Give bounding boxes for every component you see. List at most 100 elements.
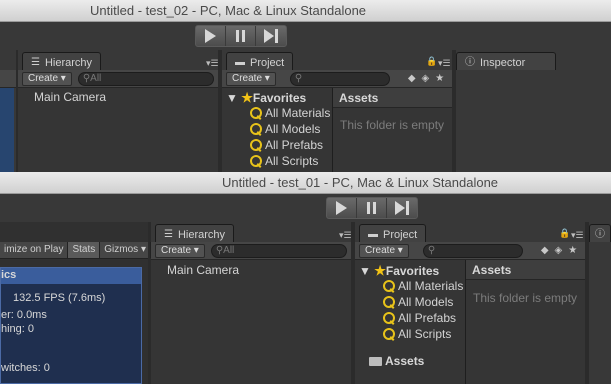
hierarchy-panel: ☰ Hierarchy ▾☰ Create ▾ ⚲All Main Camera <box>151 222 352 384</box>
window-title: Untitled - test_02 - PC, Mac & Linux Sta… <box>90 3 367 18</box>
hierarchy-toolbar: Create ▾ ⚲All <box>151 242 351 260</box>
main-toolbar <box>0 194 611 222</box>
favorite-filter-icon[interactable]: ★ <box>435 73 444 84</box>
search-input[interactable]: ⚲All <box>210 243 347 258</box>
pause-icon <box>367 202 376 214</box>
info-icon: ⓘ <box>465 56 475 68</box>
fav-item-all-scripts[interactable]: All Scripts <box>383 327 451 341</box>
stats-fps: 132.5 FPS (7.6ms) <box>13 292 106 304</box>
project-panel: ▬ Project 🔒 ▾☰ Create ▾ ⚲ ◆ ◈ ★ ▼ ★Favor… <box>355 222 585 384</box>
favorites-header[interactable]: ▼ ★Favorites <box>359 263 439 279</box>
assets-header: Assets <box>466 260 585 280</box>
playback-controls <box>326 197 418 219</box>
create-dropdown[interactable]: Create ▾ <box>226 71 276 86</box>
tab-inspector[interactable]: ⓘ <box>589 224 611 244</box>
unity-window-test02: Untitled - test_02 - PC, Mac & Linux Sta… <box>0 0 611 172</box>
project-toolbar: Create ▾ ⚲ ◆ ◈ ★ <box>222 70 452 88</box>
info-icon: ⓘ <box>595 228 605 240</box>
assets-folder[interactable]: Assets <box>369 354 424 368</box>
scene-panel-edge <box>0 50 16 172</box>
play-button[interactable] <box>327 198 357 218</box>
hierarchy-toolbar: Create ▾ ⚲All <box>18 70 218 88</box>
search-icon <box>383 296 395 308</box>
search-icon <box>250 123 262 135</box>
search-icon <box>383 328 395 340</box>
assets-header: Assets <box>333 88 452 108</box>
search-icon <box>383 280 395 292</box>
stats-header: ics <box>1 269 17 281</box>
step-button[interactable] <box>256 26 286 46</box>
project-body: ▼ ★Favorites All Materials All Models Al… <box>222 88 452 172</box>
tab-hierarchy[interactable]: ☰ Hierarchy <box>22 52 102 72</box>
search-input[interactable]: ⚲All <box>77 71 214 86</box>
inspector-panel: ⓘ Inspector <box>456 50 611 172</box>
project-body: ▼ ★Favorites All Materials All Models Al… <box>355 260 585 384</box>
fav-item-all-materials[interactable]: All Materials <box>250 106 330 120</box>
game-panel: imize on Play Stats Gizmos ▾ ics 132.5 F… <box>0 222 151 384</box>
create-dropdown[interactable]: Create ▾ <box>22 71 72 86</box>
folder-icon: ▬ <box>235 56 245 68</box>
search-input[interactable]: ⚲ <box>289 71 390 86</box>
hierarchy-item-main-camera[interactable]: Main Camera <box>167 263 239 277</box>
panel-menu-icon[interactable]: ▾☰ <box>339 230 352 241</box>
step-button[interactable] <box>387 198 417 218</box>
tab-inspector[interactable]: ⓘ Inspector <box>456 52 556 72</box>
play-icon <box>336 201 347 215</box>
search-icon <box>250 107 262 119</box>
folder-icon: ▬ <box>368 228 378 240</box>
list-icon: ☰ <box>31 56 40 68</box>
stats-toggle[interactable]: Stats <box>68 242 101 258</box>
filter-by-type-icon[interactable]: ◆ <box>541 245 549 256</box>
empty-folder-text: This folder is empty <box>473 291 578 305</box>
scene-view-edge <box>0 88 14 172</box>
gizmos-dropdown[interactable]: Gizmos ▾ <box>100 242 151 258</box>
window-title: Untitled - test_01 - PC, Mac & Linux Sta… <box>222 175 499 190</box>
play-button[interactable] <box>196 26 226 46</box>
project-panel: ▬ Project 🔒 ▾☰ Create ▾ ⚲ ◆ ◈ ★ ▼ ★Favor… <box>222 50 452 172</box>
fav-item-all-prefabs[interactable]: All Prefabs <box>383 311 456 325</box>
hierarchy-list: Main Camera <box>18 88 218 172</box>
stats-line: hing: 0 <box>1 323 35 335</box>
pause-button[interactable] <box>226 26 256 46</box>
panel-menu-icon[interactable]: ▾☰ <box>206 58 219 69</box>
hierarchy-panel: ☰ Hierarchy ▾☰ Create ▾ ⚲All Main Camera <box>18 50 219 172</box>
panel-menu-icon[interactable]: ▾☰ <box>571 230 584 241</box>
window-titlebar[interactable]: Untitled - test_01 - PC, Mac & Linux Sta… <box>0 172 611 194</box>
star-icon: ★ <box>241 90 253 105</box>
maximize-on-play-toggle[interactable]: imize on Play <box>0 242 69 258</box>
fav-item-all-models[interactable]: All Models <box>383 295 453 309</box>
create-dropdown[interactable]: Create ▾ <box>155 243 205 258</box>
step-icon <box>264 29 278 43</box>
stats-line: witches: 0 <box>1 362 50 374</box>
folder-icon <box>369 357 382 366</box>
filter-by-label-icon[interactable]: ◈ <box>555 245 563 256</box>
favorite-filter-icon[interactable]: ★ <box>568 245 577 256</box>
window-titlebar[interactable]: Untitled - test_02 - PC, Mac & Linux Sta… <box>0 0 611 22</box>
create-dropdown[interactable]: Create ▾ <box>359 243 409 258</box>
tab-project[interactable]: ▬ Project <box>226 52 294 72</box>
search-input[interactable]: ⚲ <box>422 243 523 258</box>
list-icon: ☰ <box>164 228 173 240</box>
pause-button[interactable] <box>357 198 387 218</box>
tab-hierarchy[interactable]: ☰ Hierarchy <box>155 224 235 244</box>
fav-item-all-scripts[interactable]: All Scripts <box>250 154 318 168</box>
search-icon <box>250 139 262 151</box>
panel-menu-icon[interactable]: ▾☰ <box>438 58 451 69</box>
lock-icon[interactable]: 🔒 <box>426 56 437 67</box>
favorites-header[interactable]: ▼ ★Favorites <box>226 90 306 106</box>
fav-item-all-models[interactable]: All Models <box>250 122 320 136</box>
lock-icon[interactable]: 🔒 <box>559 228 570 239</box>
fav-item-all-prefabs[interactable]: All Prefabs <box>250 138 323 152</box>
tab-project[interactable]: ▬ Project <box>359 224 427 244</box>
filter-by-type-icon[interactable]: ◆ <box>408 73 416 84</box>
hierarchy-item-main-camera[interactable]: Main Camera <box>34 90 106 104</box>
search-icon <box>250 155 262 167</box>
step-icon <box>395 201 409 215</box>
fav-item-all-materials[interactable]: All Materials <box>383 279 463 293</box>
main-toolbar <box>0 22 611 50</box>
filter-by-label-icon[interactable]: ◈ <box>422 73 430 84</box>
pause-icon <box>236 30 245 42</box>
stats-line: er: 0.0ms <box>1 309 47 321</box>
stats-overlay: ics 132.5 FPS (7.6ms) er: 0.0ms hing: 0 … <box>0 267 142 384</box>
unity-window-test01: Untitled - test_01 - PC, Mac & Linux Sta… <box>0 172 611 384</box>
